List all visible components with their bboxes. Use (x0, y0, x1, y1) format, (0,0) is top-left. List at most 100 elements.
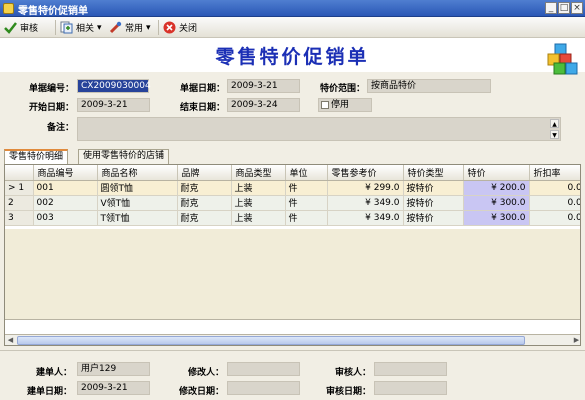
modified-date-field (227, 381, 300, 395)
cell-discount[interactable]: 0.00 (529, 180, 580, 196)
cell-type[interactable]: 上装 (231, 180, 286, 196)
col-header-special-type[interactable]: 特价类型 (403, 165, 464, 181)
range-label: 特价范围： (319, 84, 365, 94)
cell-type[interactable]: 上装 (231, 195, 286, 211)
col-header-ref-price[interactable]: 零售参考价 (327, 165, 404, 181)
form-header: 零售特价促销单 (0, 38, 585, 72)
toolbar: 审核 相关 ▾ 常用 ▾ 关闭 (0, 17, 585, 38)
creator-field: 用户129 (77, 362, 150, 376)
cell-ref-price[interactable]: ¥ 349.0 (327, 210, 404, 226)
cell-brand[interactable]: 耐克 (177, 180, 232, 196)
cell-type[interactable]: 上装 (231, 210, 286, 226)
disabled-label: 停用 (331, 100, 350, 110)
detail-table: 商品编号 商品名称 品牌 商品类型 单位 零售参考价 特价类型 特价 折扣率 >… (5, 165, 580, 226)
common-tools-icon (109, 21, 122, 34)
cell-name[interactable]: V领T恤 (97, 195, 178, 211)
doc-date-field[interactable]: 2009-3-21 (227, 79, 300, 93)
remark-scroll-down-icon[interactable]: ▼ (550, 130, 559, 139)
remark-label: 备注： (46, 123, 74, 133)
doc-date-label: 单据日期： (179, 84, 225, 94)
col-header-brand[interactable]: 品牌 (177, 165, 232, 181)
cell-ref-price[interactable]: ¥ 349.0 (327, 195, 404, 211)
table-row[interactable]: 3 003 T领T恤 耐克 上装 件 ¥ 349.0 按特价 ¥ 300.0 0… (5, 210, 580, 226)
cell-unit[interactable]: 件 (285, 195, 328, 211)
cell-code[interactable]: 001 (33, 180, 98, 196)
end-date-field[interactable]: 2009-3-24 (227, 98, 300, 112)
cell-special-price[interactable]: ¥ 200.0 (463, 180, 530, 196)
close-button[interactable]: 关闭 (163, 20, 197, 35)
audit-date-field (374, 381, 447, 395)
remark-field[interactable]: ▲ ▼ (77, 117, 561, 141)
col-header-special-price[interactable]: 特价 (463, 165, 530, 181)
close-window-button[interactable]: × (571, 2, 583, 14)
disabled-checkbox[interactable]: 停用 (318, 98, 372, 112)
scroll-right-icon[interactable]: ▶ (571, 335, 580, 345)
approve-button[interactable]: 审核 (4, 20, 38, 35)
grid-corner (5, 165, 34, 181)
app-icon (3, 3, 14, 14)
scrollbar-thumb[interactable] (17, 336, 525, 345)
creator-label: 建单人： (35, 368, 72, 378)
cell-special-price[interactable]: ¥ 300.0 (463, 195, 530, 211)
chevron-down-icon: ▾ (97, 22, 102, 33)
row-indicator: > 1 (5, 180, 34, 196)
cell-special-price[interactable]: ¥ 300.0 (463, 210, 530, 226)
audit-date-label: 审核日期： (325, 387, 371, 397)
modifier-field (227, 362, 300, 376)
window-title: 零售特价促销单 (18, 6, 88, 17)
cell-name[interactable]: T领T恤 (97, 210, 178, 226)
start-date-field[interactable]: 2009-3-21 (77, 98, 150, 112)
chevron-down-icon: ▾ (146, 22, 151, 33)
detail-grid: 商品编号 商品名称 品牌 商品类型 单位 零售参考价 特价类型 特价 折扣率 >… (4, 164, 581, 346)
row-indicator: 2 (5, 195, 34, 211)
checkbox-icon (321, 101, 329, 109)
related-docs-icon (60, 21, 73, 34)
grid-horizontal-scrollbar[interactable]: ◀ ▶ (5, 335, 580, 345)
cubes-logo-icon (547, 43, 578, 75)
end-date-label: 结束日期： (179, 103, 225, 113)
doc-no-label: 单据编号： (28, 84, 74, 94)
cell-brand[interactable]: 耐克 (177, 210, 232, 226)
auditor-label: 审核人： (334, 368, 371, 378)
range-field[interactable]: 按商品特价 (367, 79, 491, 93)
remark-scroll-up-icon[interactable]: ▲ (550, 119, 559, 128)
close-icon (163, 21, 176, 34)
col-header-discount[interactable]: 折扣率 (529, 165, 580, 181)
cell-unit[interactable]: 件 (285, 180, 328, 196)
form-title: 零售特价促销单 (215, 46, 370, 68)
close-label: 关闭 (179, 24, 198, 34)
checkmark-icon (4, 21, 17, 34)
doc-no-field[interactable]: CX2009030004 (77, 79, 151, 93)
footer-divider (0, 350, 585, 351)
cell-name[interactable]: 圆领T恤 (97, 180, 178, 196)
cell-special-type[interactable]: 按特价 (403, 210, 464, 226)
cell-discount[interactable]: 0.00 (529, 195, 580, 211)
grid-header-row: 商品编号 商品名称 品牌 商品类型 单位 零售参考价 特价类型 特价 折扣率 (5, 165, 580, 181)
cell-special-type[interactable]: 按特价 (403, 180, 464, 196)
table-row[interactable]: 2 002 V领T恤 耐克 上装 件 ¥ 349.0 按特价 ¥ 300.0 0… (5, 195, 580, 211)
col-header-unit[interactable]: 单位 (285, 165, 328, 181)
cell-special-type[interactable]: 按特价 (403, 195, 464, 211)
col-header-name[interactable]: 商品名称 (97, 165, 178, 181)
cell-brand[interactable]: 耐克 (177, 195, 232, 211)
common-label: 常用 (125, 24, 144, 34)
tab-stores-using-special-price[interactable]: 使用零售特价的店铺 (78, 149, 170, 164)
col-header-code[interactable]: 商品编号 (33, 165, 98, 181)
common-menu-button[interactable]: 常用 ▾ (109, 20, 151, 35)
tab-special-price-detail[interactable]: 零售特价明细 (4, 149, 69, 164)
cell-code[interactable]: 002 (33, 195, 98, 211)
cell-discount[interactable]: 0.00 (529, 210, 580, 226)
table-row[interactable]: > 1 001 圆领T恤 耐克 上装 件 ¥ 299.0 按特价 ¥ 200.0… (5, 180, 580, 196)
maximize-button[interactable]: □ (558, 2, 570, 14)
cell-unit[interactable]: 件 (285, 210, 328, 226)
window-titlebar: 零售特价促销单 _ □ × (0, 0, 585, 17)
auditor-field (374, 362, 447, 376)
cell-ref-price[interactable]: ¥ 299.0 (327, 180, 404, 196)
related-menu-button[interactable]: 相关 ▾ (60, 20, 102, 35)
minimize-button[interactable]: _ (545, 2, 557, 14)
scroll-left-icon[interactable]: ◀ (5, 335, 16, 345)
grid-empty-area (5, 229, 580, 319)
grid-summary-row (5, 319, 580, 335)
cell-code[interactable]: 003 (33, 210, 98, 226)
col-header-type[interactable]: 商品类型 (231, 165, 286, 181)
